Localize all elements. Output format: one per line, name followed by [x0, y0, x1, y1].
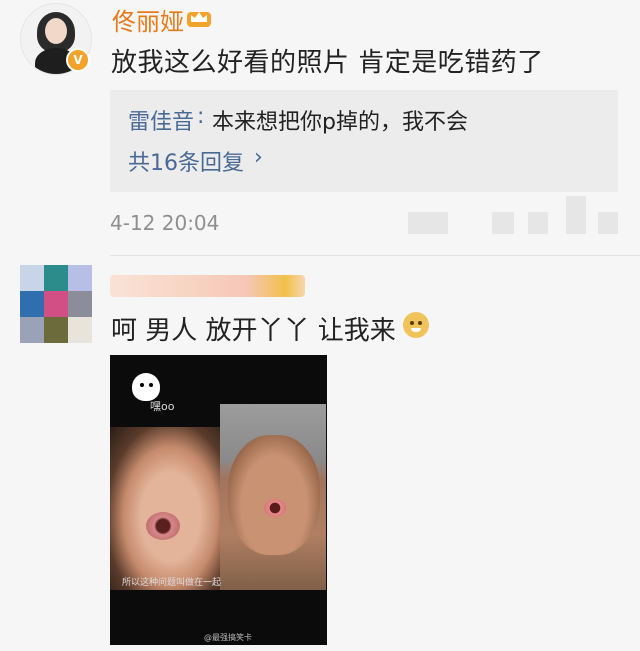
- reply-text: 本来想把你p掉的，我不会: [212, 110, 468, 135]
- comment-username[interactable]: 佟丽娅: [112, 2, 184, 37]
- video-subtitle: 所以这种问题叫做在一起: [122, 578, 222, 588]
- comment-timestamp: 4-12 20:04: [110, 211, 220, 235]
- image-watermark: @最强搞笑卡: [204, 633, 252, 642]
- sticker-caption: 嘿oo: [150, 400, 175, 413]
- man-lips: [146, 512, 180, 540]
- blurred-username[interactable]: [110, 275, 305, 297]
- reply-colon: :: [197, 104, 205, 129]
- doge-emoji-icon: [403, 312, 429, 338]
- verified-badge-icon: V: [66, 48, 90, 72]
- divider: [110, 255, 640, 256]
- reply-username[interactable]: 雷佳音: [128, 104, 194, 136]
- comment-text-2: 呵 男人 放开丫丫 让我来: [111, 316, 396, 346]
- view-replies-link[interactable]: 共16条回复: [128, 145, 244, 177]
- comment-text: 放我这么好看的照片 肯定是吃错药了: [111, 48, 544, 78]
- crown-icon: [187, 12, 211, 27]
- avatar-pixelated[interactable]: [20, 265, 92, 343]
- chevron-right-icon[interactable]: ›: [254, 145, 263, 170]
- walrus-face: [228, 435, 320, 555]
- ghost-sticker-icon: [132, 373, 160, 401]
- man-face-panel: [110, 427, 220, 590]
